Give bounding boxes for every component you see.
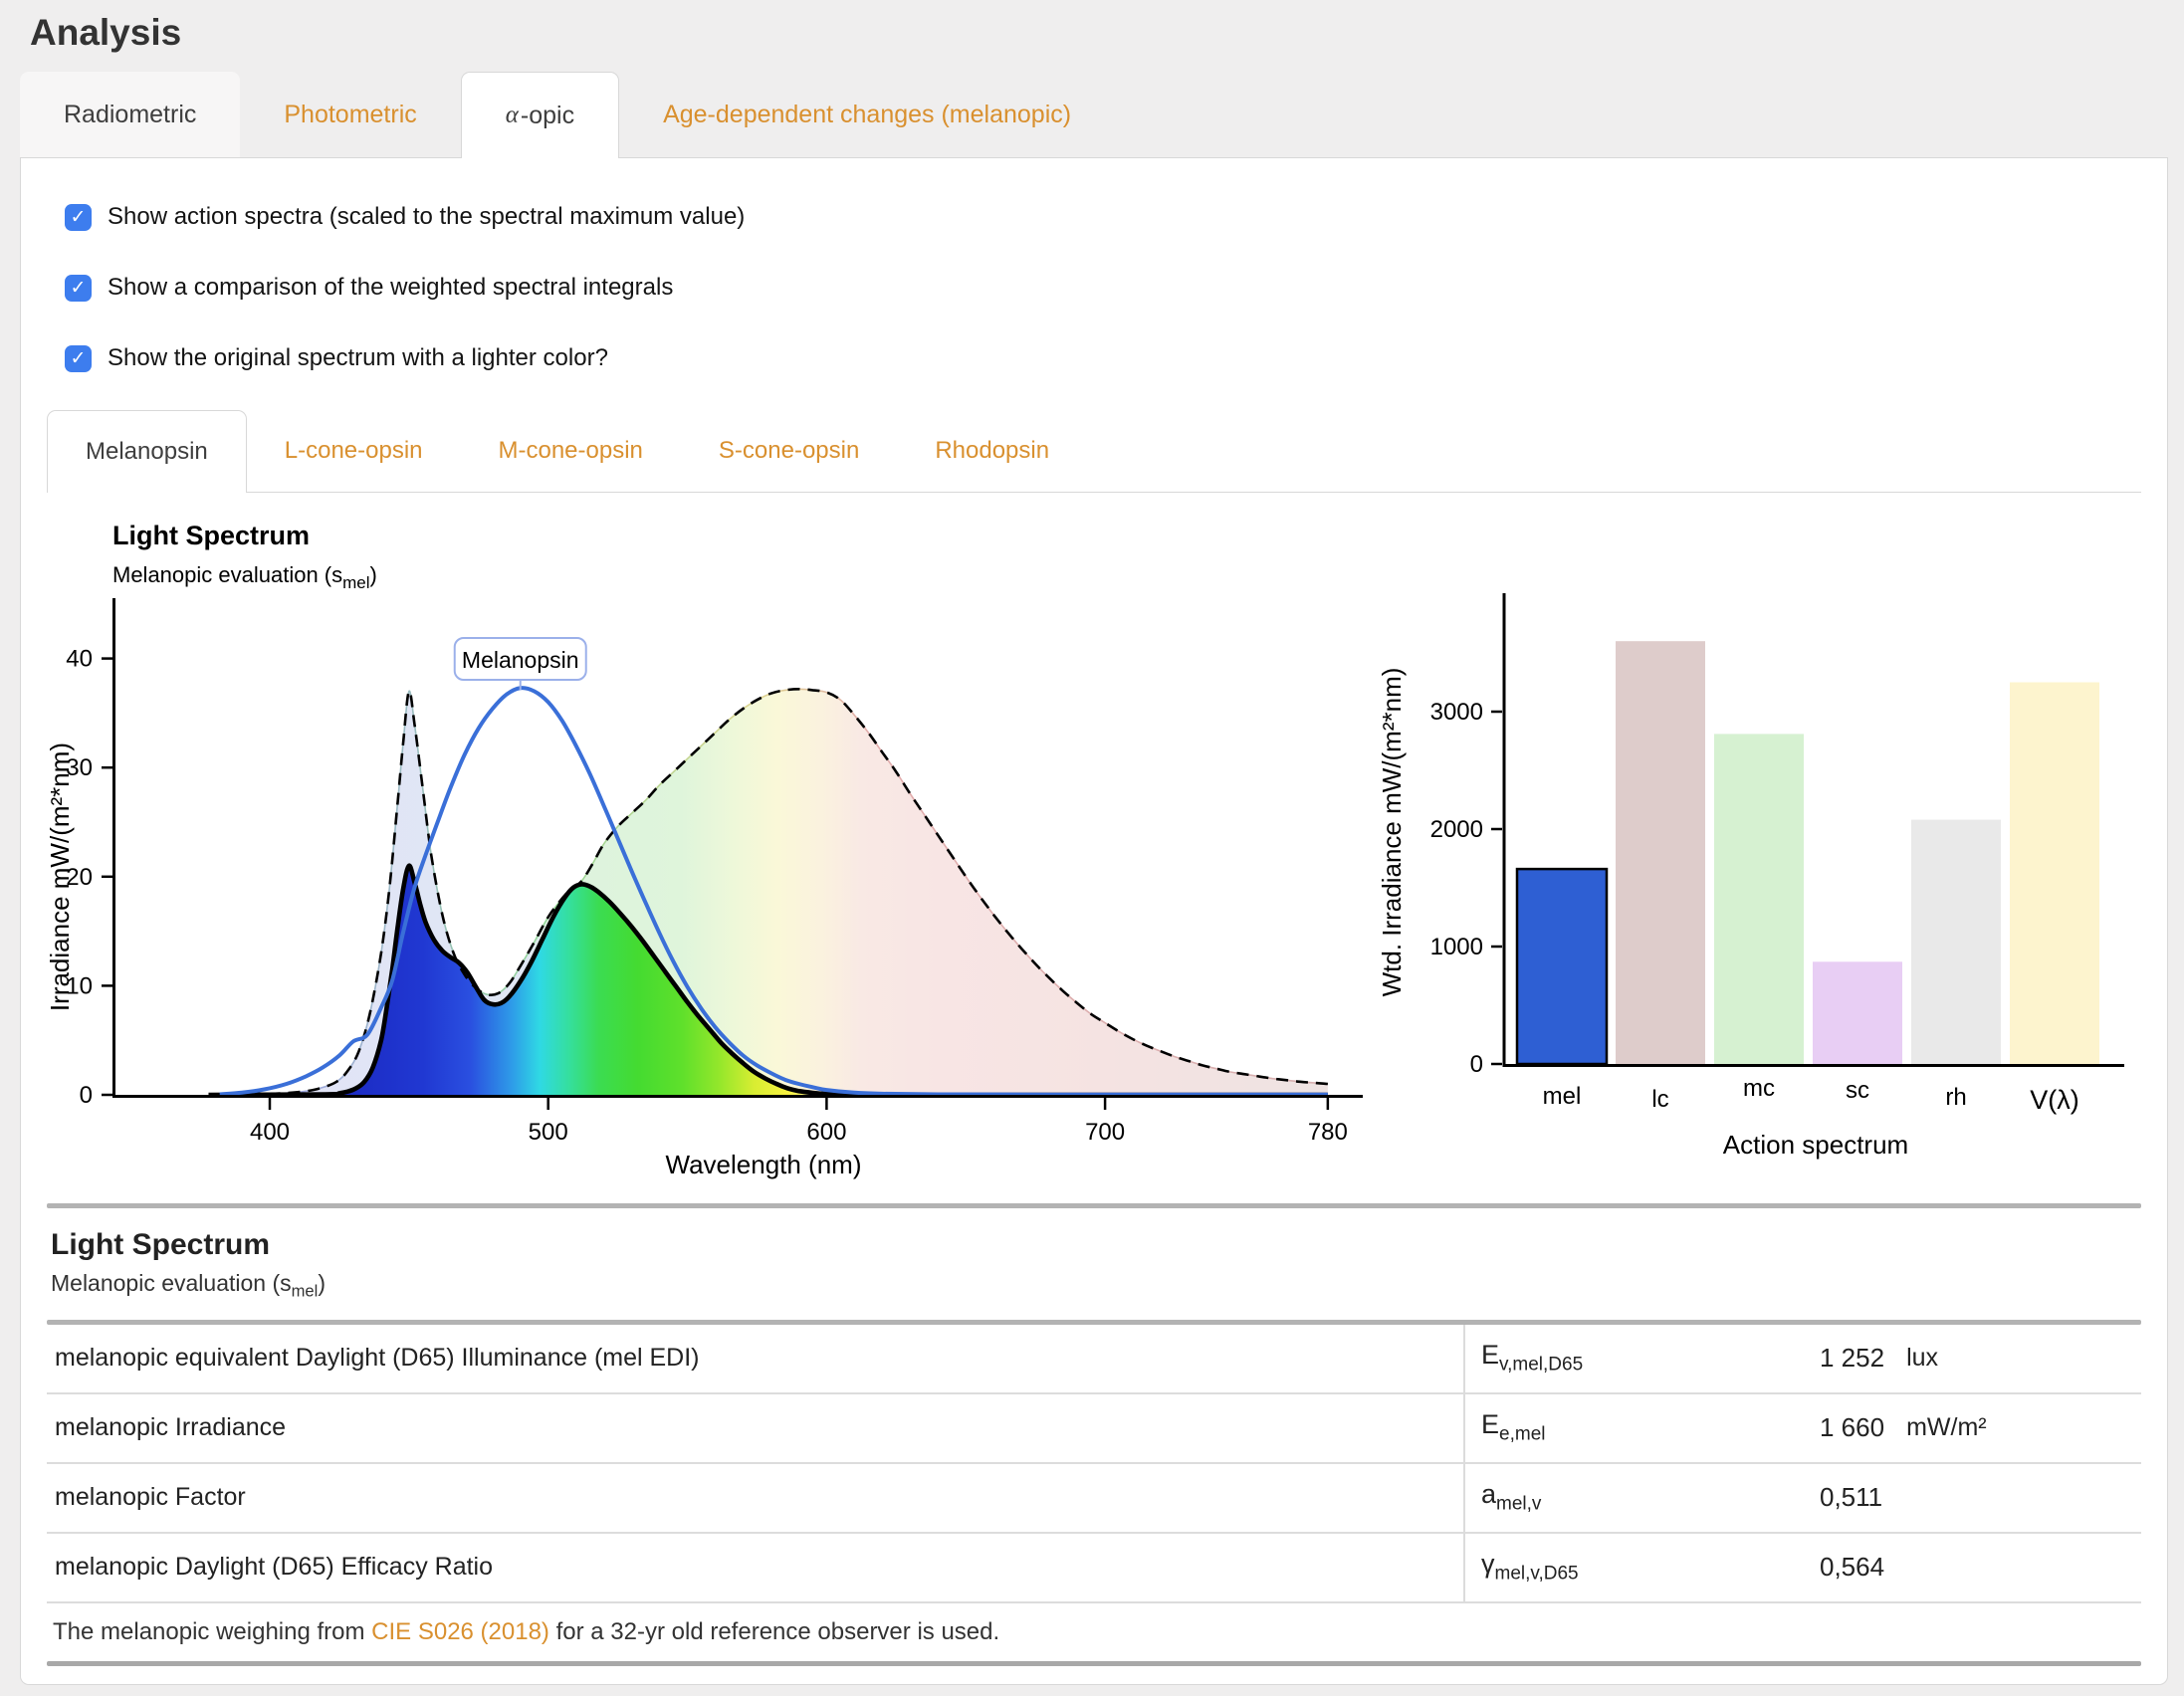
svg-text:400: 400 <box>250 1119 290 1146</box>
svg-text:500: 500 <box>529 1119 568 1146</box>
quantity-symbol: Ee,mel <box>1463 1394 1820 1462</box>
bar-rh <box>1911 820 2001 1064</box>
quantity-value: 1 660mW/m² <box>1820 1394 2141 1462</box>
cie-s026-link[interactable]: CIE S026 (2018) <box>371 1618 549 1645</box>
tab-photometric[interactable]: Photometric <box>240 72 460 157</box>
table-row-4: melanopic Daylight (D65) Efficacy Ratioγ… <box>47 1534 2141 1603</box>
analysis-page: Analysis RadiometricPhotometricα-opicAge… <box>0 12 2184 1685</box>
main-tab-bar: RadiometricPhotometricα-opicAge-dependen… <box>20 72 2168 158</box>
bar-label-lc: lc <box>1651 1086 1668 1113</box>
tab-alpha-opic[interactable]: α-opic <box>461 72 619 158</box>
footnote: The melanopic weighing from CIE S026 (20… <box>47 1603 2141 1661</box>
y-axis-label: Irradiance mW/(m²*nm) <box>47 742 75 1011</box>
original-spectrum-area <box>208 689 1327 1095</box>
chart-subtitle: Melanopic evaluation (smel) <box>112 562 377 592</box>
opsin-tab-bar: MelanopsinL-cone-opsinM-cone-opsinS-cone… <box>47 410 2141 493</box>
options-group: ✓ Show action spectra (scaled to the spec… <box>47 158 2141 377</box>
quantity-label: melanopic equivalent Daylight (D65) Illu… <box>47 1325 1463 1392</box>
bar-sc <box>1813 961 1902 1064</box>
chart-title: Light Spectrum <box>112 521 310 550</box>
results-table: melanopic equivalent Daylight (D65) Illu… <box>47 1325 2141 1603</box>
checkbox-1[interactable]: ✓ <box>65 204 92 231</box>
bar-label-rh: rh <box>1945 1084 1966 1111</box>
checkbox-label: Show action spectra (scaled to the spect… <box>108 203 745 231</box>
svg-text:600: 600 <box>806 1119 846 1146</box>
quantity-symbol: γmel,v,D65 <box>1463 1534 1820 1601</box>
quantity-symbol: Ev,mel,D65 <box>1463 1325 1820 1392</box>
tab-age-dependent-changes-melanopic[interactable]: Age-dependent changes (melanopic) <box>619 72 1115 157</box>
checkbox-label: Show the original spectrum with a lighte… <box>108 344 608 372</box>
opsin-tab-l-cone-opsin[interactable]: L-cone-opsin <box>247 410 461 492</box>
svg-text:700: 700 <box>1085 1119 1125 1146</box>
bar-label-mel: mel <box>1543 1083 1582 1110</box>
y-axis-label: Wtd. Irradiance mW/(m²*nm) <box>1377 668 1407 997</box>
checkbox-row-2[interactable]: ✓ Show a comparison of the weighted spect… <box>65 269 2141 307</box>
check-icon: ✓ <box>71 206 87 229</box>
quantity-label: melanopic Irradiance <box>47 1394 1463 1462</box>
bar-label-mc: mc <box>1743 1075 1775 1102</box>
x-axis-label: Wavelength (nm) <box>666 1150 862 1179</box>
bar-v-lambda <box>2010 683 2099 1065</box>
svg-text:0: 0 <box>1470 1051 1483 1078</box>
check-icon: ✓ <box>71 347 87 370</box>
quantity-unit: mW/m² <box>1906 1413 1987 1442</box>
opsin-tab-melanopsin[interactable]: Melanopsin <box>47 410 247 493</box>
opsin-tab-rhodopsin[interactable]: Rhodopsin <box>897 410 1087 492</box>
results-title: Light Spectrum <box>51 1228 2141 1262</box>
melanopsin-annotation-label: Melanopsin <box>462 647 579 673</box>
svg-text:2000: 2000 <box>1430 816 1483 843</box>
spectrum-chart: Melanopsin010203040400500600700780Wavele… <box>47 499 1371 1183</box>
checkbox-row-1[interactable]: ✓ Show action spectra (scaled to the spec… <box>65 198 2141 236</box>
table-row-1: melanopic equivalent Daylight (D65) Illu… <box>47 1325 2141 1394</box>
svg-text:0: 0 <box>80 1082 93 1109</box>
checkbox-row-3[interactable]: ✓ Show the original spectrum with a light… <box>65 339 2141 377</box>
x-axis-label: Action spectrum <box>1723 1130 1908 1160</box>
bar-lc <box>1616 641 1705 1064</box>
page-title: Analysis <box>30 12 2184 54</box>
svg-text:40: 40 <box>66 646 93 673</box>
quantity-value: 0,564 <box>1820 1534 2141 1601</box>
quantity-symbol: amel,v <box>1463 1464 1820 1532</box>
check-icon: ✓ <box>71 277 87 300</box>
results-subtitle: Melanopic evaluation (smel) <box>51 1270 2141 1302</box>
bar-mel <box>1517 869 1607 1064</box>
quantity-label: melanopic Factor <box>47 1464 1463 1532</box>
svg-text:780: 780 <box>1308 1119 1348 1146</box>
quantity-label: melanopic Daylight (D65) Efficacy Ratio <box>47 1534 1463 1601</box>
table-row-2: melanopic IrradianceEe,mel1 660mW/m² <box>47 1394 2141 1464</box>
checkbox-label: Show a comparison of the weighted spectr… <box>108 274 673 302</box>
quantity-value: 0,511 <box>1820 1464 2141 1532</box>
quantity-unit: lux <box>1906 1344 1938 1373</box>
table-row-3: melanopic Factoramel,v0,511 <box>47 1464 2141 1534</box>
tab-radiometric[interactable]: Radiometric <box>20 72 240 157</box>
section-divider-bottom <box>47 1661 2141 1666</box>
bar-label-sc: sc <box>1846 1077 1869 1104</box>
svg-text:3000: 3000 <box>1430 699 1483 726</box>
checkbox-2[interactable]: ✓ <box>65 275 92 302</box>
checkbox-3[interactable]: ✓ <box>65 345 92 372</box>
charts-row: Melanopsin010203040400500600700780Wavele… <box>47 499 2141 1183</box>
quantity-value: 1 252lux <box>1820 1325 2141 1392</box>
opsin-tab-s-cone-opsin[interactable]: S-cone-opsin <box>681 410 897 492</box>
opsin-tab-m-cone-opsin[interactable]: M-cone-opsin <box>461 410 681 492</box>
weighted-integrals-bar-chart: 0 1000 2000 3000 mel lc mc sc rh V(λ) Action spect… <box>1371 499 2137 1183</box>
bar-label-v-lambda: V(λ) <box>2030 1085 2079 1115</box>
results-section: Light Spectrum Melanopic evaluation (sme… <box>47 1203 2141 1666</box>
content-card: ✓ Show action spectra (scaled to the spec… <box>20 158 2168 1685</box>
bar-mc <box>1714 734 1804 1064</box>
section-divider-top <box>47 1203 2141 1208</box>
svg-text:1000: 1000 <box>1430 934 1483 960</box>
